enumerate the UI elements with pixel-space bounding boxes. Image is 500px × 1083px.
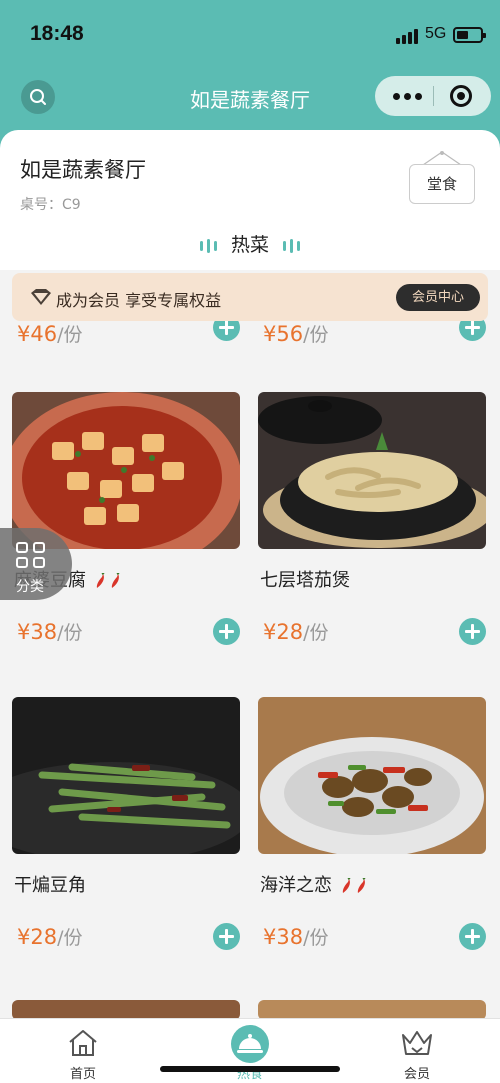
dish-card[interactable]: 麻婆豆腐 ¥38/份 — [12, 392, 240, 657]
decor-bars-left-icon — [198, 235, 219, 257]
add-to-cart-button[interactable] — [459, 923, 486, 950]
dish-price: ¥28/份 — [17, 925, 83, 949]
green-beans-image — [12, 697, 240, 854]
top-bar: 18:48 5G 如是蔬素餐厅 — [0, 0, 500, 150]
diamond-icon — [31, 289, 51, 305]
tab-member-label: 会员 — [403, 1067, 430, 1082]
table-number: 桌号：C9 — [20, 197, 81, 213]
dish-grid: ¥46/份 ¥56/份 麻婆豆腐 — [0, 270, 500, 1018]
signal-icon — [396, 28, 420, 44]
home-icon — [69, 1030, 97, 1056]
dish-photo[interactable] — [258, 1000, 486, 1018]
chili-icon — [342, 878, 351, 893]
dish-card[interactable]: 海洋之恋 ¥38/份 — [258, 697, 486, 962]
status-bar: 18:48 5G — [0, 0, 500, 70]
dish-price: ¥56/份 — [263, 322, 329, 346]
member-banner[interactable]: 成为会员 享受专属权益 会员中心 — [12, 273, 488, 321]
decor-bars-right-icon — [281, 235, 302, 257]
add-to-cart-button[interactable] — [213, 923, 240, 950]
eggplant-pot-image — [258, 392, 486, 549]
dish-card[interactable]: 七层塔茄煲 ¥28/份 — [258, 392, 486, 657]
grid-icon — [16, 542, 48, 572]
add-to-cart-button[interactable] — [213, 618, 240, 645]
category-float-label: 分类 — [16, 579, 44, 595]
category-title-label: 热菜 — [230, 234, 269, 256]
cloche-icon — [231, 1025, 269, 1063]
close-miniprogram-button[interactable] — [450, 85, 472, 107]
dish-name: 海洋之恋 — [260, 871, 368, 897]
member-banner-text: 成为会员 享受专属权益 — [56, 291, 222, 310]
home-indicator — [160, 1066, 340, 1072]
member-center-button[interactable]: 会员中心 — [396, 284, 480, 311]
network-type: 5G — [425, 25, 447, 42]
more-dots-icon — [393, 93, 400, 100]
dish-price: ¥38/份 — [17, 620, 83, 644]
tab-hot-food[interactable]: 热食 — [200, 1019, 300, 1083]
dish-card-partial[interactable] — [258, 1000, 486, 1018]
tab-home[interactable]: 首页 — [33, 1019, 133, 1083]
battery-icon — [453, 27, 486, 43]
restaurant-name: 如是蔬素餐厅 — [20, 158, 146, 182]
category-float-button[interactable]: 分类 — [0, 528, 72, 600]
ocean-love-image — [258, 697, 486, 854]
dish-photo[interactable] — [12, 392, 240, 549]
dish-price: ¥38/份 — [263, 925, 329, 949]
dish-photo[interactable] — [258, 392, 486, 549]
chili-icon — [96, 573, 105, 588]
category-title: 热菜 — [0, 230, 500, 257]
mapo-tofu-image — [12, 392, 240, 549]
dish-card[interactable]: 干煸豆角 ¥28/份 — [12, 697, 240, 962]
dish-name: 干煸豆角 — [14, 875, 86, 896]
capsule-divider — [433, 86, 434, 106]
miniprogram-capsule — [375, 76, 491, 116]
status-time: 18:48 — [30, 22, 84, 45]
tab-home-label: 首页 — [69, 1067, 96, 1082]
tab-bar: 首页 热食 会员 — [0, 1018, 500, 1083]
dish-photo[interactable] — [12, 697, 240, 854]
dish-price: ¥46/份 — [17, 322, 83, 346]
more-menu-button[interactable] — [389, 76, 429, 116]
target-icon — [457, 92, 465, 100]
dish-name: 七层塔茄煲 — [260, 570, 350, 591]
chili-icon — [111, 573, 120, 588]
dish-photo[interactable] — [12, 1000, 240, 1018]
dine-in-tag[interactable]: 堂食 — [409, 164, 475, 204]
crown-icon — [402, 1031, 432, 1055]
dish-card-partial[interactable] — [12, 1000, 240, 1018]
restaurant-header: 如是蔬素餐厅 桌号：C9 堂食 热菜 — [0, 130, 500, 270]
dish-price: ¥28/份 — [263, 620, 329, 644]
tab-member[interactable]: 会员 — [367, 1019, 467, 1083]
add-to-cart-button[interactable] — [459, 618, 486, 645]
chili-icon — [357, 878, 366, 893]
dish-photo[interactable] — [258, 697, 486, 854]
